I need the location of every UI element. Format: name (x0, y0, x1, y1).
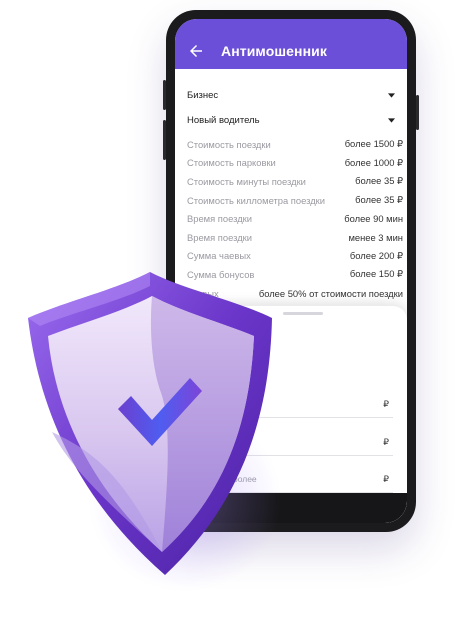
sheet-handle[interactable] (283, 312, 323, 315)
param-value: более 50% от стоимости поездки (258, 287, 403, 299)
param-value: более 35 ₽ (355, 194, 403, 206)
param-label: чаевых (187, 287, 219, 299)
field-label: и более (191, 437, 222, 447)
param-value: более 1000 ₽ (344, 156, 403, 168)
back-arrow-icon[interactable] (187, 42, 205, 60)
param-row[interactable]: Стоимость киллометра поездки более 35 ₽ (187, 191, 403, 210)
param-row[interactable]: Сумма бонусов более 150 ₽ (187, 265, 403, 284)
param-row[interactable]: чаевых более 50% от стоимости поездки (187, 284, 403, 303)
param-label: Стоимость парковки (187, 157, 276, 169)
amount-field[interactable]: более ₽ (191, 383, 393, 418)
param-label: Стоимость поездки (187, 138, 271, 150)
currency-sign: ₽ (383, 474, 389, 484)
caret-down-icon (388, 117, 395, 123)
screen-bottom-bar (175, 493, 407, 523)
app-bar: Антимошенник (175, 19, 407, 69)
param-row[interactable]: Стоимость поездки более 1500 ₽ (187, 135, 403, 154)
amount-field[interactable]: и более ₽ (191, 421, 393, 456)
phone-side-button (416, 95, 419, 130)
amount-field[interactable]: ы поездки более ₽ (191, 458, 393, 493)
param-value: более 1500 ₽ (344, 138, 403, 150)
parameter-list: Стоимость поездки более 1500 ₽ Стоимость … (187, 135, 403, 302)
param-row[interactable]: Время поездки более 90 мин (187, 209, 403, 228)
phone-screen: Антимошенник Бизнес Новый водитель Стоим… (175, 19, 407, 523)
param-label: Время поездки (187, 213, 253, 225)
driver-select[interactable]: Новый водитель (187, 111, 395, 129)
param-label: Стоимость киллометра поездки (187, 194, 326, 206)
currency-sign: ₽ (383, 399, 389, 409)
app-title: Антимошенник (221, 43, 327, 59)
param-label: Время поездки (187, 231, 253, 243)
field-label: ы поездки более (191, 474, 257, 484)
phone-mockup: Антимошенник Бизнес Новый водитель Стоим… (163, 10, 419, 532)
param-value: менее 3 мин (348, 231, 403, 243)
driver-select-value: Новый водитель (187, 114, 260, 126)
add-parameter-sheet: ь параметр более ₽ и более ₽ ы поездки б… (175, 306, 407, 523)
class-select[interactable]: Бизнес (187, 86, 395, 104)
param-value: более 150 ₽ (349, 268, 403, 280)
param-row[interactable]: Сумма чаевых более 200 ₽ (187, 247, 403, 266)
param-value: более 90 мин (344, 213, 403, 225)
param-value: более 35 ₽ (355, 175, 403, 187)
param-label: Сумма бонусов (187, 268, 255, 280)
class-select-value: Бизнес (187, 89, 219, 101)
caret-down-icon (388, 92, 395, 98)
param-value: более 200 ₽ (349, 249, 403, 261)
param-row[interactable]: Стоимость минуты поездки более 35 ₽ (187, 172, 403, 191)
param-label: Стоимость минуты поездки (187, 175, 306, 187)
currency-sign: ₽ (383, 437, 389, 447)
phone-side-button (163, 80, 166, 110)
sheet-title: ь параметр (191, 328, 264, 343)
param-label: Сумма чаевых (187, 250, 251, 262)
param-row[interactable]: Время поездки менее 3 мин (187, 228, 403, 247)
phone-side-button (163, 120, 166, 160)
field-label: более (191, 399, 215, 409)
param-row[interactable]: Стоимость парковки более 1000 ₽ (187, 154, 403, 173)
